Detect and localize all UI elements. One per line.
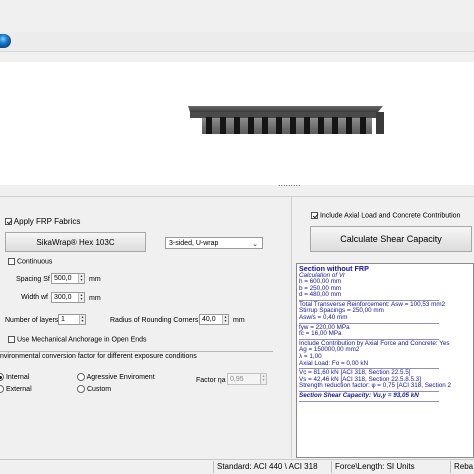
top-toolbar bbox=[0, 32, 474, 52]
results-line: Section Shear Capacity: Vu,y = 93,05 kN bbox=[299, 392, 419, 399]
factor-value: 0,95 bbox=[230, 375, 244, 383]
radio-external-label: External bbox=[5, 385, 32, 393]
env-option-custom[interactable]: Custom bbox=[77, 385, 111, 393]
spacing-input[interactable]: 500,0 ▴ ▾ bbox=[51, 273, 85, 284]
radius-unit: mm bbox=[233, 317, 245, 324]
spacing-label: Spacing Sf bbox=[16, 276, 50, 283]
chevron-down-icon: ⌄ bbox=[252, 241, 258, 248]
results-line: Axial Load: Fo = 0,00 kN bbox=[299, 359, 369, 367]
env-option-external[interactable]: External bbox=[0, 385, 32, 393]
radius-input[interactable]: 40,0 ▴ ▾ bbox=[199, 314, 229, 325]
radio-internal[interactable] bbox=[0, 373, 4, 381]
results-line: Asw/s = 0,40 mm bbox=[299, 314, 348, 322]
anchorage-label: Use Mechanical Anchorage in Open Ends bbox=[16, 336, 147, 344]
results-line: Strength reduction factor: φ = 0,75 [ACI… bbox=[299, 382, 451, 390]
calculate-shear-label: Calculate Shear Capacity bbox=[340, 234, 442, 244]
anchorage-row[interactable]: Use Mechanical Anchorage in Open Ends bbox=[8, 336, 147, 343]
width-label: Width wf bbox=[21, 294, 48, 301]
wrap-type-select[interactable]: 3-sided, U-wrap ⌄ bbox=[165, 237, 263, 249]
continuous-row[interactable]: Continuous bbox=[8, 258, 52, 265]
spinner-arrows-icon[interactable]: ▴ ▾ bbox=[79, 315, 85, 324]
status-rebar: Reba bbox=[454, 462, 474, 471]
factor-label: Factor ηa bbox=[196, 377, 226, 384]
radius-value: 40,0 bbox=[202, 316, 216, 323]
status-units: Force\Length: SI Units bbox=[335, 462, 415, 471]
beam-3d-model bbox=[188, 106, 384, 134]
spinner-arrows-icon[interactable]: ▴ ▾ bbox=[260, 374, 266, 384]
splitter-grip[interactable]: ......... bbox=[278, 179, 301, 188]
radio-aggressive-label: Agressive Enviroment bbox=[86, 373, 155, 381]
calculate-shear-button[interactable]: Calculate Shear Capacity bbox=[310, 226, 472, 252]
status-bar: Standard: ACI 440 \ ACI 318 Force\Length… bbox=[0, 459, 474, 474]
layers-input[interactable]: 1 ▴ ▾ bbox=[58, 314, 86, 325]
apply-frp-row[interactable]: Apply FRP Fabrics bbox=[5, 217, 80, 226]
include-axial-checkbox[interactable] bbox=[311, 212, 318, 219]
radio-custom-label: Custom bbox=[86, 385, 112, 393]
results-separator bbox=[299, 400, 439, 402]
env-option-aggressive[interactable]: Agressive Enviroment bbox=[77, 373, 155, 381]
radius-label: Radius of Rounding Corners R bbox=[110, 317, 206, 324]
spinner-arrows-icon[interactable]: ▴ ▾ bbox=[222, 315, 228, 324]
radio-custom[interactable] bbox=[77, 385, 85, 393]
results-line: d = 480,00 mm bbox=[299, 291, 342, 299]
status-divider bbox=[213, 461, 214, 473]
status-divider bbox=[450, 461, 451, 473]
status-standard: Standard: ACI 440 \ ACI 318 bbox=[217, 462, 318, 471]
spacing-value: 500,0 bbox=[54, 275, 72, 282]
spinner-arrows-icon[interactable]: ▴ ▾ bbox=[78, 293, 84, 302]
width-value: 300,0 bbox=[54, 294, 72, 301]
continuous-label: Continuous bbox=[16, 258, 53, 266]
layers-label: Number of layers bbox=[5, 317, 59, 324]
radio-internal-label: Internal bbox=[5, 373, 30, 381]
radio-external[interactable] bbox=[0, 385, 4, 393]
width-unit: mm bbox=[89, 295, 101, 302]
env-option-internal[interactable]: Internal bbox=[0, 373, 29, 381]
results-line: Ag = 150000,00 mm2 bbox=[299, 346, 360, 354]
frp-product-label: SikaWrap® Hex 103C bbox=[36, 237, 115, 247]
beam-flange-top bbox=[188, 106, 383, 112]
results-line: fc = 16,00 MPa bbox=[299, 330, 342, 338]
spacing-unit: mm bbox=[89, 276, 101, 283]
layers-value: 1 bbox=[61, 316, 65, 323]
radio-aggressive[interactable] bbox=[77, 373, 85, 381]
frp-product-button[interactable]: SikaWrap® Hex 103C bbox=[5, 232, 146, 252]
spinner-arrows-icon[interactable]: ▴ ▾ bbox=[78, 274, 84, 283]
panel-divider bbox=[291, 196, 292, 458]
apply-frp-label: Apply FRP Fabrics bbox=[13, 217, 81, 226]
status-divider bbox=[331, 461, 332, 473]
apply-frp-checkbox[interactable] bbox=[5, 218, 12, 226]
width-input[interactable]: 300,0 ▴ ▾ bbox=[51, 292, 85, 303]
anchorage-checkbox[interactable] bbox=[8, 336, 15, 343]
include-axial-label: Include Axial Load and Concrete Contribu… bbox=[319, 212, 461, 220]
factor-input[interactable]: 0,95 ▴ ▾ bbox=[227, 373, 267, 385]
include-axial-row[interactable]: Include Axial Load and Concrete Contribu… bbox=[311, 212, 460, 219]
env-factor-header: nvironmental conversion factor for diffe… bbox=[0, 353, 197, 360]
beam-end-face bbox=[376, 112, 384, 134]
continuous-checkbox[interactable] bbox=[8, 258, 15, 265]
wrap-type-value: 3-sided, U-wrap bbox=[169, 239, 219, 247]
results-panel: Section without FRP Calculation of Vr h = … bbox=[296, 263, 474, 458]
